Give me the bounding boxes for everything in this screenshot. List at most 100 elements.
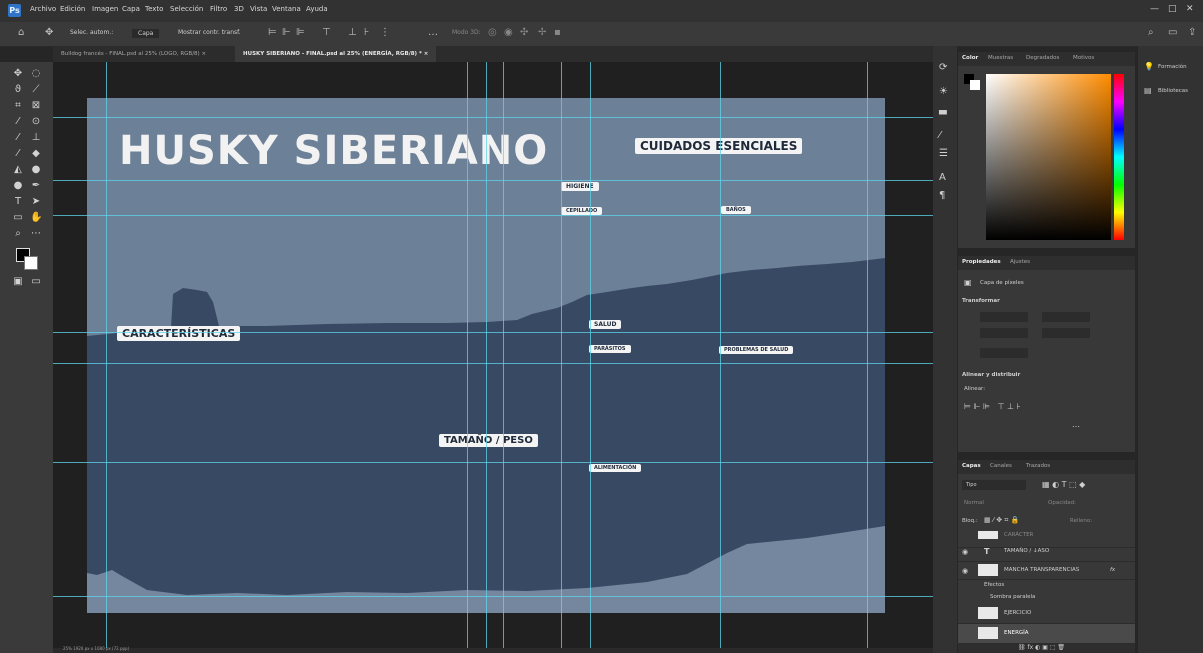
guide-vertical[interactable]	[486, 62, 487, 648]
scale-3d-icon[interactable]: ▪	[554, 27, 561, 38]
history-panel-icon[interactable]: ⟳	[939, 62, 947, 73]
auto-select-checkbox-label[interactable]: Selec. autom.:	[70, 29, 113, 36]
fill-label[interactable]: Relleno:	[1070, 518, 1092, 524]
tab-close-icon[interactable]: ×	[201, 51, 206, 57]
blur-tool-icon[interactable]: ●	[30, 164, 42, 176]
height-field[interactable]	[1042, 312, 1090, 322]
share-icon[interactable]: ⇪	[1188, 27, 1196, 38]
menu-capa[interactable]: Capa	[122, 5, 140, 13]
align-section-title[interactable]: Alinear y distribuir	[962, 372, 1020, 378]
more-options-icon[interactable]: …	[428, 27, 438, 38]
guide-vertical[interactable]	[561, 62, 562, 648]
blend-mode-dropdown[interactable]: Normal	[964, 500, 984, 506]
layer-row-selected[interactable]: ENERGÍA	[958, 624, 1135, 644]
guide-horizontal[interactable]	[53, 596, 933, 597]
light-panel-icon[interactable]: ☀	[939, 86, 948, 97]
brush-tool-icon[interactable]: ⁄	[12, 132, 24, 144]
eyedropper-tool-icon[interactable]: ⁄	[12, 116, 24, 128]
width-field[interactable]	[980, 312, 1028, 322]
lasso-tool-icon[interactable]: ϑ	[12, 84, 24, 96]
tab-degradados[interactable]: Degradados	[1026, 55, 1059, 61]
layer-effects-badge[interactable]: fx	[1110, 567, 1115, 573]
show-transform-controls-checkbox[interactable]: Mostrar contr. transf.	[178, 29, 241, 36]
label-banos[interactable]: BAÑOS	[721, 206, 751, 214]
tab-close-icon[interactable]: ×	[424, 51, 429, 57]
transform-section-title[interactable]: Transformar	[962, 298, 1000, 304]
layers-footer-icons[interactable]: ⛓ fx ◐ ▣ ⬚ 🗑	[1018, 644, 1065, 651]
menu-vista[interactable]: Vista	[250, 5, 267, 13]
align-icons[interactable]: ⊨ ⊩ ⊫ ⊤ ⊥ ⊦	[964, 402, 1021, 411]
menu-texto[interactable]: Texto	[145, 5, 163, 13]
eraser-tool-icon[interactable]: ◆	[30, 148, 42, 160]
path-select-tool-icon[interactable]: ➤	[30, 196, 42, 208]
align-right-icon[interactable]: ⊫	[296, 27, 305, 38]
patch-tool-icon[interactable]: ⊙	[30, 116, 42, 128]
menu-archivo[interactable]: Archivo	[30, 5, 56, 13]
opacity-label[interactable]: Opacidad:	[1048, 500, 1076, 506]
rectangle-tool-icon[interactable]: ▭	[12, 212, 24, 224]
guide-horizontal[interactable]	[53, 117, 933, 118]
learn-panel-label[interactable]: Formación	[1158, 64, 1187, 70]
label-cepillado[interactable]: CEPILLADO	[561, 207, 603, 215]
visibility-eye-icon[interactable]: ◉	[962, 548, 968, 556]
guide-vertical[interactable]	[503, 62, 504, 648]
align-center-icon[interactable]: ⊩	[282, 27, 291, 38]
tab-canales[interactable]: Canales	[990, 463, 1012, 469]
tab-color[interactable]: Color	[962, 55, 978, 61]
histogram-panel-icon[interactable]: ▃	[939, 104, 947, 115]
dodge-tool-icon[interactable]: ●	[12, 180, 24, 192]
label-salud[interactable]: SALUD	[589, 320, 622, 329]
libraries-panel-label[interactable]: Bibliotecas	[1158, 88, 1188, 94]
stamp-tool-icon[interactable]: ⊥	[30, 132, 42, 144]
effects-sublabel[interactable]: Efectos	[984, 582, 1004, 588]
align-bottom-icon[interactable]: ⊦	[364, 27, 369, 38]
crop-tool-icon[interactable]: ⌗	[12, 100, 24, 112]
tab-trazados[interactable]: Trazados	[1026, 463, 1050, 469]
guide-vertical[interactable]	[467, 62, 468, 648]
tab-bulldog-frances[interactable]: Bulldog francés - FINAL.psd al 25% (LOGO…	[53, 46, 214, 62]
tab-muestras[interactable]: Muestras	[988, 55, 1013, 61]
label-higiene[interactable]: HIGIENE	[561, 182, 599, 191]
zoom-tool-icon[interactable]: ⌕	[12, 228, 24, 240]
color-picker-field[interactable]	[986, 74, 1111, 240]
guide-horizontal[interactable]	[53, 215, 933, 216]
angle-field[interactable]	[980, 348, 1028, 358]
drag-3d-icon[interactable]: ✣	[520, 27, 528, 38]
layer-row[interactable]: ◉ T TAMAÑO / ↓ASO	[958, 542, 1135, 562]
background-color-swatch[interactable]	[24, 256, 38, 270]
slide-3d-icon[interactable]: ✢	[538, 27, 546, 38]
align-left-icon[interactable]: ⊨	[268, 27, 277, 38]
tab-husky-siberiano[interactable]: HUSKY SIBERIANO - FINAL.psd al 25% (ENER…	[235, 46, 437, 62]
label-problemas-de-salud[interactable]: PROBLEMAS DE SALUD	[719, 346, 794, 354]
x-position-field[interactable]	[980, 328, 1028, 338]
move-tool-icon[interactable]: ✥	[12, 68, 24, 80]
tab-propiedades[interactable]: Propiedades	[962, 259, 1001, 265]
guide-horizontal[interactable]	[53, 363, 933, 364]
menu-3d[interactable]: 3D	[234, 5, 244, 13]
brush-panel-icon[interactable]: ⁄	[939, 130, 941, 141]
layer-filter-icons[interactable]: ▦ ◐ T ⬚ ◆	[1042, 480, 1085, 489]
more-options-icon[interactable]: ⋯	[1072, 422, 1080, 431]
frame-tool-icon[interactable]: ⊠	[30, 100, 42, 112]
guide-vertical[interactable]	[867, 62, 868, 648]
label-caracteristicas[interactable]: CARACTERÍSTICAS	[117, 326, 241, 341]
orbit-3d-icon[interactable]: ◎	[488, 27, 497, 38]
menu-ventana[interactable]: Ventana	[272, 5, 301, 13]
tab-capas[interactable]: Capas	[962, 463, 981, 469]
quick-mask-icon[interactable]: ▣	[12, 276, 24, 288]
hue-slider[interactable]	[1114, 74, 1124, 240]
type-tool-icon[interactable]: T	[12, 196, 24, 208]
move-tool-icon[interactable]: ✥	[45, 27, 53, 38]
quick-select-tool-icon[interactable]: ⟋	[30, 84, 42, 96]
adjustments-panel-icon[interactable]: ☰	[939, 148, 948, 159]
tab-motivos[interactable]: Motivos	[1073, 55, 1094, 61]
menu-imagen[interactable]: Imagen	[92, 5, 118, 13]
visibility-eye-icon[interactable]: ◉	[962, 567, 968, 575]
align-middle-icon[interactable]: ⊥	[348, 27, 357, 38]
home-icon[interactable]: ⌂	[18, 27, 24, 38]
align-top-icon[interactable]: ⊤	[322, 27, 331, 38]
guide-horizontal[interactable]	[53, 332, 933, 333]
maximize-button[interactable]: □	[1168, 4, 1177, 14]
menu-ayuda[interactable]: Ayuda	[306, 5, 328, 13]
lock-icons[interactable]: ▦ ⁄ ✥ ⌗ 🔒	[984, 516, 1019, 525]
